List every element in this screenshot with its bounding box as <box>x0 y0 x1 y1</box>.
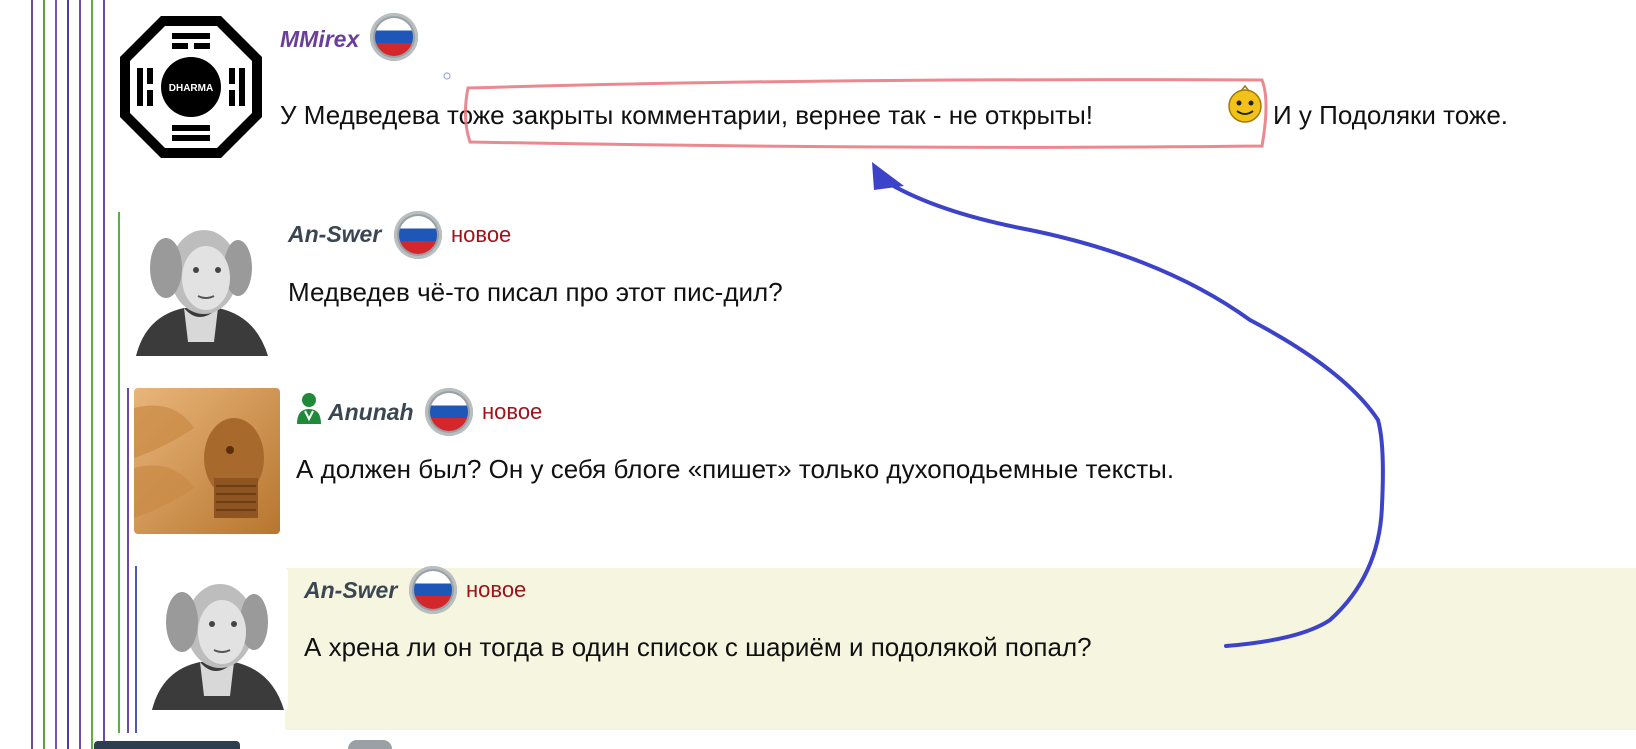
dharma-logo-avatar[interactable]: DHARMA <box>118 14 264 160</box>
cursor-dot <box>443 72 451 80</box>
portrait-avatar[interactable] <box>142 568 288 710</box>
new-badge: новое <box>451 222 512 247</box>
svg-text:DHARMA: DHARMA <box>169 83 213 94</box>
russia-flag-icon <box>409 566 457 614</box>
author-name[interactable]: An-Swer <box>304 577 397 604</box>
smiley-icon <box>1226 84 1264 129</box>
relief-avatar[interactable] <box>134 388 280 534</box>
thread-line <box>135 566 137 733</box>
thread-line <box>31 0 33 749</box>
comment-text: У Медведева тоже закрыты комментарии, ве… <box>280 100 1093 131</box>
comment-text-highlighted: тоже закрыты комментарии, вернее так - н… <box>447 100 1093 130</box>
comment-text: А должен был? Он у себя блоге «пишет» то… <box>296 454 1175 484</box>
author-name[interactable]: An-Swer <box>288 221 381 248</box>
next-comment-avatar[interactable] <box>94 741 240 749</box>
portrait-avatar[interactable] <box>126 212 272 356</box>
author-name[interactable]: Anunah <box>328 399 414 426</box>
thread-line <box>91 0 93 749</box>
verified-user-icon <box>296 392 322 429</box>
thread-line <box>67 0 69 749</box>
comment-text: Медведев чё-то писал про этот пис-дил? <box>288 277 783 307</box>
russia-flag-icon <box>370 13 418 61</box>
thread-line <box>127 388 129 733</box>
thread-line <box>55 0 57 749</box>
russia-flag-icon <box>394 211 442 259</box>
blue-arrowhead <box>872 162 904 190</box>
thread-line <box>79 0 81 749</box>
thread-line <box>43 0 45 749</box>
new-badge: новое <box>466 577 527 602</box>
russia-flag-icon <box>348 740 392 749</box>
thread-line <box>118 212 120 733</box>
comment-text-start: У Медведева <box>280 100 447 130</box>
comment-text: А хрена ли он тогда в один список с шари… <box>304 632 1092 662</box>
russia-flag-icon <box>425 388 473 436</box>
author-name[interactable]: MMirex <box>280 26 359 53</box>
comment-text-end: И у Подоляки тоже. <box>1273 100 1509 130</box>
new-badge: новое <box>482 399 543 424</box>
thread-line <box>103 0 105 749</box>
